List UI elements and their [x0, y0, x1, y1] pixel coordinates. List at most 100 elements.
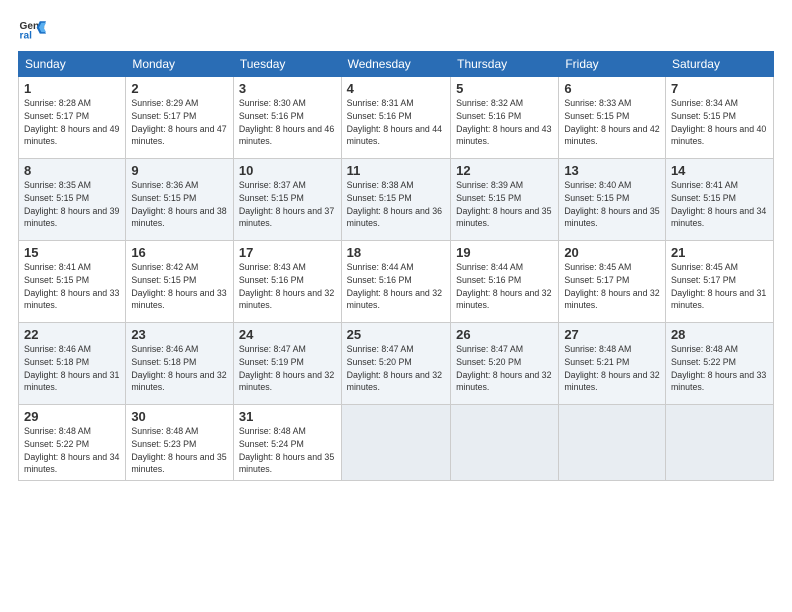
day-number: 14: [671, 163, 768, 178]
calendar-week-3: 15Sunrise: 8:41 AMSunset: 5:15 PMDayligh…: [19, 241, 774, 323]
calendar-cell: [559, 405, 666, 481]
calendar-cell: 16Sunrise: 8:42 AMSunset: 5:15 PMDayligh…: [126, 241, 234, 323]
day-info: Sunrise: 8:29 AMSunset: 5:17 PMDaylight:…: [131, 97, 228, 148]
day-info: Sunrise: 8:31 AMSunset: 5:16 PMDaylight:…: [347, 97, 445, 148]
day-number: 13: [564, 163, 660, 178]
day-info: Sunrise: 8:46 AMSunset: 5:18 PMDaylight:…: [131, 343, 228, 394]
calendar-week-2: 8Sunrise: 8:35 AMSunset: 5:15 PMDaylight…: [19, 159, 774, 241]
day-info: Sunrise: 8:32 AMSunset: 5:16 PMDaylight:…: [456, 97, 553, 148]
calendar-cell: 9Sunrise: 8:36 AMSunset: 5:15 PMDaylight…: [126, 159, 234, 241]
day-info: Sunrise: 8:28 AMSunset: 5:17 PMDaylight:…: [24, 97, 120, 148]
day-number: 5: [456, 81, 553, 96]
calendar-cell: 6Sunrise: 8:33 AMSunset: 5:15 PMDaylight…: [559, 77, 666, 159]
calendar-cell: 18Sunrise: 8:44 AMSunset: 5:16 PMDayligh…: [341, 241, 450, 323]
day-info: Sunrise: 8:48 AMSunset: 5:23 PMDaylight:…: [131, 425, 228, 476]
calendar-cell: 26Sunrise: 8:47 AMSunset: 5:20 PMDayligh…: [451, 323, 559, 405]
calendar-header-monday: Monday: [126, 52, 234, 77]
day-info: Sunrise: 8:36 AMSunset: 5:15 PMDaylight:…: [131, 179, 228, 230]
day-number: 1: [24, 81, 120, 96]
calendar-cell: 2Sunrise: 8:29 AMSunset: 5:17 PMDaylight…: [126, 77, 234, 159]
day-info: Sunrise: 8:44 AMSunset: 5:16 PMDaylight:…: [456, 261, 553, 312]
day-number: 4: [347, 81, 445, 96]
calendar-cell: 25Sunrise: 8:47 AMSunset: 5:20 PMDayligh…: [341, 323, 450, 405]
day-info: Sunrise: 8:39 AMSunset: 5:15 PMDaylight:…: [456, 179, 553, 230]
calendar-header-saturday: Saturday: [665, 52, 773, 77]
day-number: 28: [671, 327, 768, 342]
day-info: Sunrise: 8:47 AMSunset: 5:20 PMDaylight:…: [456, 343, 553, 394]
calendar-cell: 22Sunrise: 8:46 AMSunset: 5:18 PMDayligh…: [19, 323, 126, 405]
day-number: 26: [456, 327, 553, 342]
calendar-cell: 30Sunrise: 8:48 AMSunset: 5:23 PMDayligh…: [126, 405, 234, 481]
day-number: 15: [24, 245, 120, 260]
calendar-cell: 5Sunrise: 8:32 AMSunset: 5:16 PMDaylight…: [451, 77, 559, 159]
day-number: 30: [131, 409, 228, 424]
calendar-cell: 19Sunrise: 8:44 AMSunset: 5:16 PMDayligh…: [451, 241, 559, 323]
day-number: 2: [131, 81, 228, 96]
calendar-cell: 21Sunrise: 8:45 AMSunset: 5:17 PMDayligh…: [665, 241, 773, 323]
day-number: 12: [456, 163, 553, 178]
page: Gene ral SundayMondayTuesdayWednesdayThu…: [0, 0, 792, 612]
calendar-week-5: 29Sunrise: 8:48 AMSunset: 5:22 PMDayligh…: [19, 405, 774, 481]
calendar-cell: [341, 405, 450, 481]
calendar-cell: 29Sunrise: 8:48 AMSunset: 5:22 PMDayligh…: [19, 405, 126, 481]
calendar-header-thursday: Thursday: [451, 52, 559, 77]
day-info: Sunrise: 8:48 AMSunset: 5:21 PMDaylight:…: [564, 343, 660, 394]
day-info: Sunrise: 8:35 AMSunset: 5:15 PMDaylight:…: [24, 179, 120, 230]
day-info: Sunrise: 8:47 AMSunset: 5:19 PMDaylight:…: [239, 343, 336, 394]
day-number: 18: [347, 245, 445, 260]
day-info: Sunrise: 8:40 AMSunset: 5:15 PMDaylight:…: [564, 179, 660, 230]
logo: Gene ral: [18, 15, 50, 43]
calendar-header-friday: Friday: [559, 52, 666, 77]
day-number: 8: [24, 163, 120, 178]
calendar-cell: 8Sunrise: 8:35 AMSunset: 5:15 PMDaylight…: [19, 159, 126, 241]
calendar-cell: 17Sunrise: 8:43 AMSunset: 5:16 PMDayligh…: [233, 241, 341, 323]
calendar-cell: 12Sunrise: 8:39 AMSunset: 5:15 PMDayligh…: [451, 159, 559, 241]
day-number: 23: [131, 327, 228, 342]
day-info: Sunrise: 8:48 AMSunset: 5:22 PMDaylight:…: [24, 425, 120, 476]
day-info: Sunrise: 8:33 AMSunset: 5:15 PMDaylight:…: [564, 97, 660, 148]
day-number: 16: [131, 245, 228, 260]
calendar-header-wednesday: Wednesday: [341, 52, 450, 77]
day-info: Sunrise: 8:48 AMSunset: 5:22 PMDaylight:…: [671, 343, 768, 394]
calendar-cell: 15Sunrise: 8:41 AMSunset: 5:15 PMDayligh…: [19, 241, 126, 323]
calendar-cell: 1Sunrise: 8:28 AMSunset: 5:17 PMDaylight…: [19, 77, 126, 159]
calendar-cell: [451, 405, 559, 481]
calendar-cell: 3Sunrise: 8:30 AMSunset: 5:16 PMDaylight…: [233, 77, 341, 159]
svg-text:ral: ral: [20, 30, 33, 41]
day-info: Sunrise: 8:38 AMSunset: 5:15 PMDaylight:…: [347, 179, 445, 230]
day-info: Sunrise: 8:48 AMSunset: 5:24 PMDaylight:…: [239, 425, 336, 476]
day-info: Sunrise: 8:41 AMSunset: 5:15 PMDaylight:…: [24, 261, 120, 312]
calendar-header-row: SundayMondayTuesdayWednesdayThursdayFrid…: [19, 52, 774, 77]
calendar-header-sunday: Sunday: [19, 52, 126, 77]
day-number: 29: [24, 409, 120, 424]
header: Gene ral: [18, 15, 774, 43]
day-info: Sunrise: 8:37 AMSunset: 5:15 PMDaylight:…: [239, 179, 336, 230]
day-number: 7: [671, 81, 768, 96]
day-number: 3: [239, 81, 336, 96]
calendar-cell: [665, 405, 773, 481]
day-number: 22: [24, 327, 120, 342]
day-info: Sunrise: 8:42 AMSunset: 5:15 PMDaylight:…: [131, 261, 228, 312]
day-number: 27: [564, 327, 660, 342]
day-number: 25: [347, 327, 445, 342]
day-info: Sunrise: 8:45 AMSunset: 5:17 PMDaylight:…: [671, 261, 768, 312]
day-info: Sunrise: 8:30 AMSunset: 5:16 PMDaylight:…: [239, 97, 336, 148]
day-info: Sunrise: 8:44 AMSunset: 5:16 PMDaylight:…: [347, 261, 445, 312]
calendar-header-tuesday: Tuesday: [233, 52, 341, 77]
day-number: 10: [239, 163, 336, 178]
calendar-cell: 11Sunrise: 8:38 AMSunset: 5:15 PMDayligh…: [341, 159, 450, 241]
day-number: 20: [564, 245, 660, 260]
calendar-cell: 10Sunrise: 8:37 AMSunset: 5:15 PMDayligh…: [233, 159, 341, 241]
day-number: 24: [239, 327, 336, 342]
calendar-cell: 27Sunrise: 8:48 AMSunset: 5:21 PMDayligh…: [559, 323, 666, 405]
day-info: Sunrise: 8:41 AMSunset: 5:15 PMDaylight:…: [671, 179, 768, 230]
calendar-cell: 7Sunrise: 8:34 AMSunset: 5:15 PMDaylight…: [665, 77, 773, 159]
calendar-week-1: 1Sunrise: 8:28 AMSunset: 5:17 PMDaylight…: [19, 77, 774, 159]
day-number: 9: [131, 163, 228, 178]
calendar-cell: 28Sunrise: 8:48 AMSunset: 5:22 PMDayligh…: [665, 323, 773, 405]
calendar: SundayMondayTuesdayWednesdayThursdayFrid…: [18, 51, 774, 481]
day-info: Sunrise: 8:46 AMSunset: 5:18 PMDaylight:…: [24, 343, 120, 394]
day-number: 6: [564, 81, 660, 96]
logo-icon: Gene ral: [18, 15, 46, 43]
day-info: Sunrise: 8:34 AMSunset: 5:15 PMDaylight:…: [671, 97, 768, 148]
